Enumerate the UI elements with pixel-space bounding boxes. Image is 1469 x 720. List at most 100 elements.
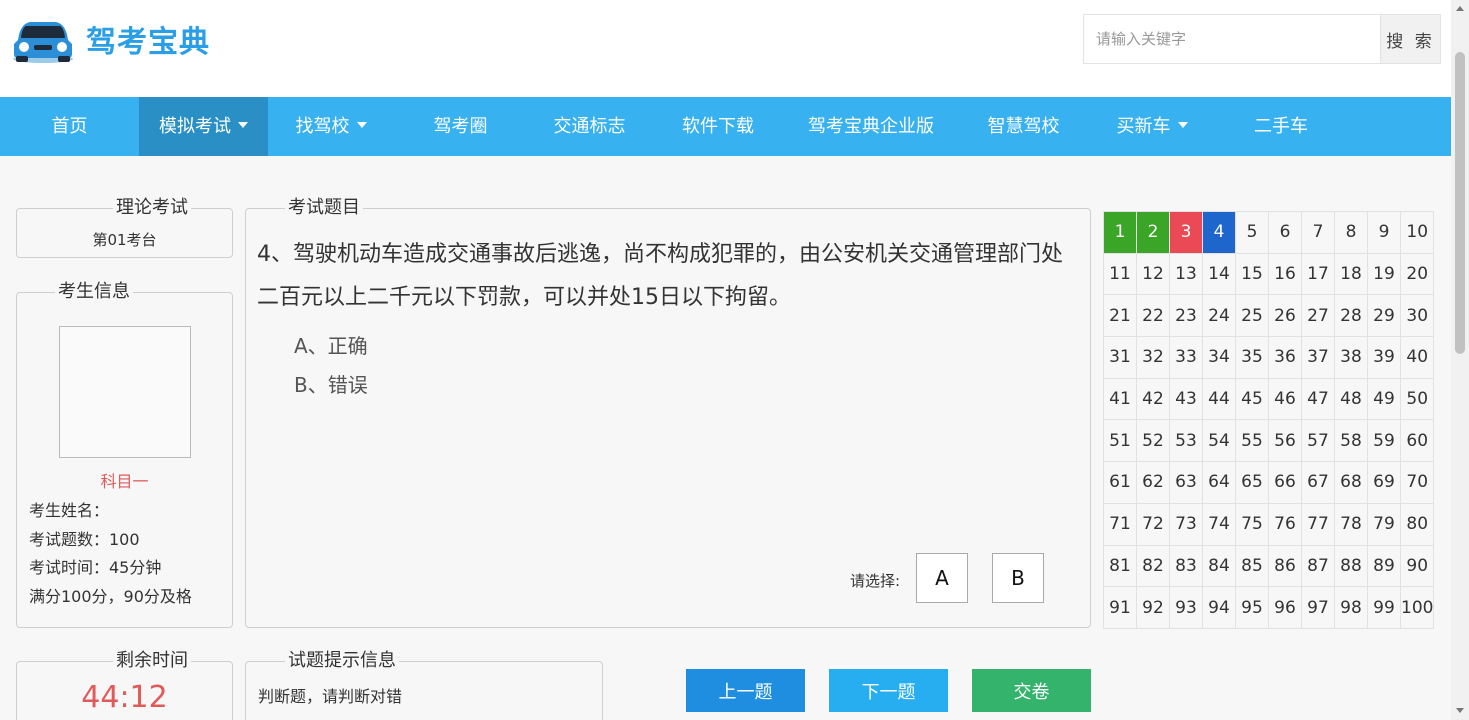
question-cell-21[interactable]: 21 (1103, 294, 1137, 338)
question-cell-35[interactable]: 35 (1235, 336, 1269, 379)
question-cell-48[interactable]: 48 (1334, 377, 1368, 421)
question-cell-29[interactable]: 29 (1367, 294, 1401, 338)
question-cell-72[interactable]: 72 (1136, 502, 1170, 546)
question-cell-31[interactable]: 31 (1103, 336, 1137, 379)
nav-item-find-school[interactable]: 找驾校 (268, 97, 394, 156)
question-cell-90[interactable]: 90 (1399, 544, 1435, 588)
answer-b-button[interactable]: B (992, 553, 1044, 603)
question-cell-53[interactable]: 53 (1169, 419, 1203, 463)
question-cell-24[interactable]: 24 (1202, 294, 1236, 338)
nav-item-traffic-signs[interactable]: 交通标志 (527, 97, 652, 156)
scroll-up-arrow-icon[interactable] (1456, 6, 1464, 11)
question-cell-47[interactable]: 47 (1301, 377, 1335, 421)
question-cell-70[interactable]: 70 (1399, 461, 1435, 504)
question-cell-55[interactable]: 55 (1235, 419, 1269, 463)
question-cell-97[interactable]: 97 (1301, 586, 1335, 629)
question-cell-19[interactable]: 19 (1367, 252, 1401, 296)
question-cell-6[interactable]: 6 (1268, 211, 1302, 254)
question-cell-32[interactable]: 32 (1136, 336, 1170, 379)
question-cell-5[interactable]: 5 (1235, 211, 1269, 254)
question-cell-85[interactable]: 85 (1235, 544, 1269, 588)
question-cell-36[interactable]: 36 (1268, 336, 1302, 379)
question-cell-23[interactable]: 23 (1169, 294, 1203, 338)
question-cell-62[interactable]: 62 (1136, 461, 1170, 504)
question-cell-79[interactable]: 79 (1367, 502, 1401, 546)
question-cell-78[interactable]: 78 (1334, 502, 1368, 546)
question-cell-92[interactable]: 92 (1136, 586, 1170, 629)
question-cell-86[interactable]: 86 (1268, 544, 1302, 588)
question-cell-58[interactable]: 58 (1334, 419, 1368, 463)
next-question-button[interactable]: 下一题 (829, 669, 948, 712)
nav-item-used-car[interactable]: 二手车 (1215, 97, 1347, 156)
question-cell-52[interactable]: 52 (1136, 419, 1170, 463)
search-button[interactable]: 搜 索 (1380, 15, 1440, 63)
question-cell-15[interactable]: 15 (1235, 252, 1269, 296)
nav-item-home[interactable]: 首页 (0, 97, 139, 156)
nav-item-mock-exam[interactable]: 模拟考试 (139, 97, 268, 156)
nav-item-community[interactable]: 驾考圈 (394, 97, 527, 156)
question-cell-28[interactable]: 28 (1334, 294, 1368, 338)
question-cell-33[interactable]: 33 (1169, 336, 1203, 379)
question-cell-88[interactable]: 88 (1334, 544, 1368, 588)
option-b[interactable]: B、错误 (294, 369, 368, 398)
question-cell-11[interactable]: 11 (1103, 252, 1137, 296)
question-cell-9[interactable]: 9 (1367, 211, 1401, 254)
nav-item-new-car[interactable]: 买新车 (1089, 97, 1215, 156)
answer-a-button[interactable]: A (916, 553, 968, 603)
question-cell-3[interactable]: 3 (1169, 211, 1203, 254)
question-cell-64[interactable]: 64 (1202, 461, 1236, 504)
page-scrollbar[interactable] (1451, 0, 1469, 720)
question-cell-91[interactable]: 91 (1103, 586, 1137, 629)
question-cell-4[interactable]: 4 (1202, 211, 1236, 254)
question-cell-63[interactable]: 63 (1169, 461, 1203, 504)
question-cell-14[interactable]: 14 (1202, 252, 1236, 296)
question-cell-87[interactable]: 87 (1301, 544, 1335, 588)
scroll-down-arrow-icon[interactable] (1456, 708, 1464, 713)
question-cell-84[interactable]: 84 (1202, 544, 1236, 588)
question-cell-44[interactable]: 44 (1202, 377, 1236, 421)
question-cell-40[interactable]: 40 (1399, 336, 1435, 379)
question-cell-77[interactable]: 77 (1301, 502, 1335, 546)
question-cell-41[interactable]: 41 (1103, 377, 1137, 421)
question-cell-8[interactable]: 8 (1334, 211, 1368, 254)
question-cell-71[interactable]: 71 (1103, 502, 1137, 546)
question-cell-27[interactable]: 27 (1301, 294, 1335, 338)
question-cell-18[interactable]: 18 (1334, 252, 1368, 296)
question-cell-57[interactable]: 57 (1301, 419, 1335, 463)
question-cell-22[interactable]: 22 (1136, 294, 1170, 338)
question-cell-43[interactable]: 43 (1169, 377, 1203, 421)
question-cell-42[interactable]: 42 (1136, 377, 1170, 421)
question-cell-66[interactable]: 66 (1268, 461, 1302, 504)
question-cell-37[interactable]: 37 (1301, 336, 1335, 379)
question-cell-83[interactable]: 83 (1169, 544, 1203, 588)
question-cell-95[interactable]: 95 (1235, 586, 1269, 629)
question-cell-39[interactable]: 39 (1367, 336, 1401, 379)
question-cell-30[interactable]: 30 (1399, 294, 1435, 338)
nav-item-enterprise[interactable]: 驾考宝典企业版 (784, 97, 958, 156)
question-cell-10[interactable]: 10 (1399, 211, 1435, 254)
question-cell-26[interactable]: 26 (1268, 294, 1302, 338)
question-cell-16[interactable]: 16 (1268, 252, 1302, 296)
question-cell-76[interactable]: 76 (1268, 502, 1302, 546)
question-cell-73[interactable]: 73 (1169, 502, 1203, 546)
question-cell-54[interactable]: 54 (1202, 419, 1236, 463)
question-cell-82[interactable]: 82 (1136, 544, 1170, 588)
question-cell-65[interactable]: 65 (1235, 461, 1269, 504)
question-cell-98[interactable]: 98 (1334, 586, 1368, 629)
nav-item-software-download[interactable]: 软件下载 (652, 97, 784, 156)
question-cell-89[interactable]: 89 (1367, 544, 1401, 588)
question-cell-68[interactable]: 68 (1334, 461, 1368, 504)
question-cell-13[interactable]: 13 (1169, 252, 1203, 296)
question-cell-17[interactable]: 17 (1301, 252, 1335, 296)
question-cell-12[interactable]: 12 (1136, 252, 1170, 296)
site-logo[interactable]: 驾考宝典 (10, 14, 210, 64)
question-cell-20[interactable]: 20 (1399, 252, 1435, 296)
question-cell-51[interactable]: 51 (1103, 419, 1137, 463)
prev-question-button[interactable]: 上一题 (686, 669, 805, 712)
nav-item-smart-school[interactable]: 智慧驾校 (958, 97, 1089, 156)
question-cell-56[interactable]: 56 (1268, 419, 1302, 463)
question-cell-59[interactable]: 59 (1367, 419, 1401, 463)
question-cell-99[interactable]: 99 (1367, 586, 1401, 629)
question-cell-50[interactable]: 50 (1399, 377, 1435, 421)
question-cell-34[interactable]: 34 (1202, 336, 1236, 379)
